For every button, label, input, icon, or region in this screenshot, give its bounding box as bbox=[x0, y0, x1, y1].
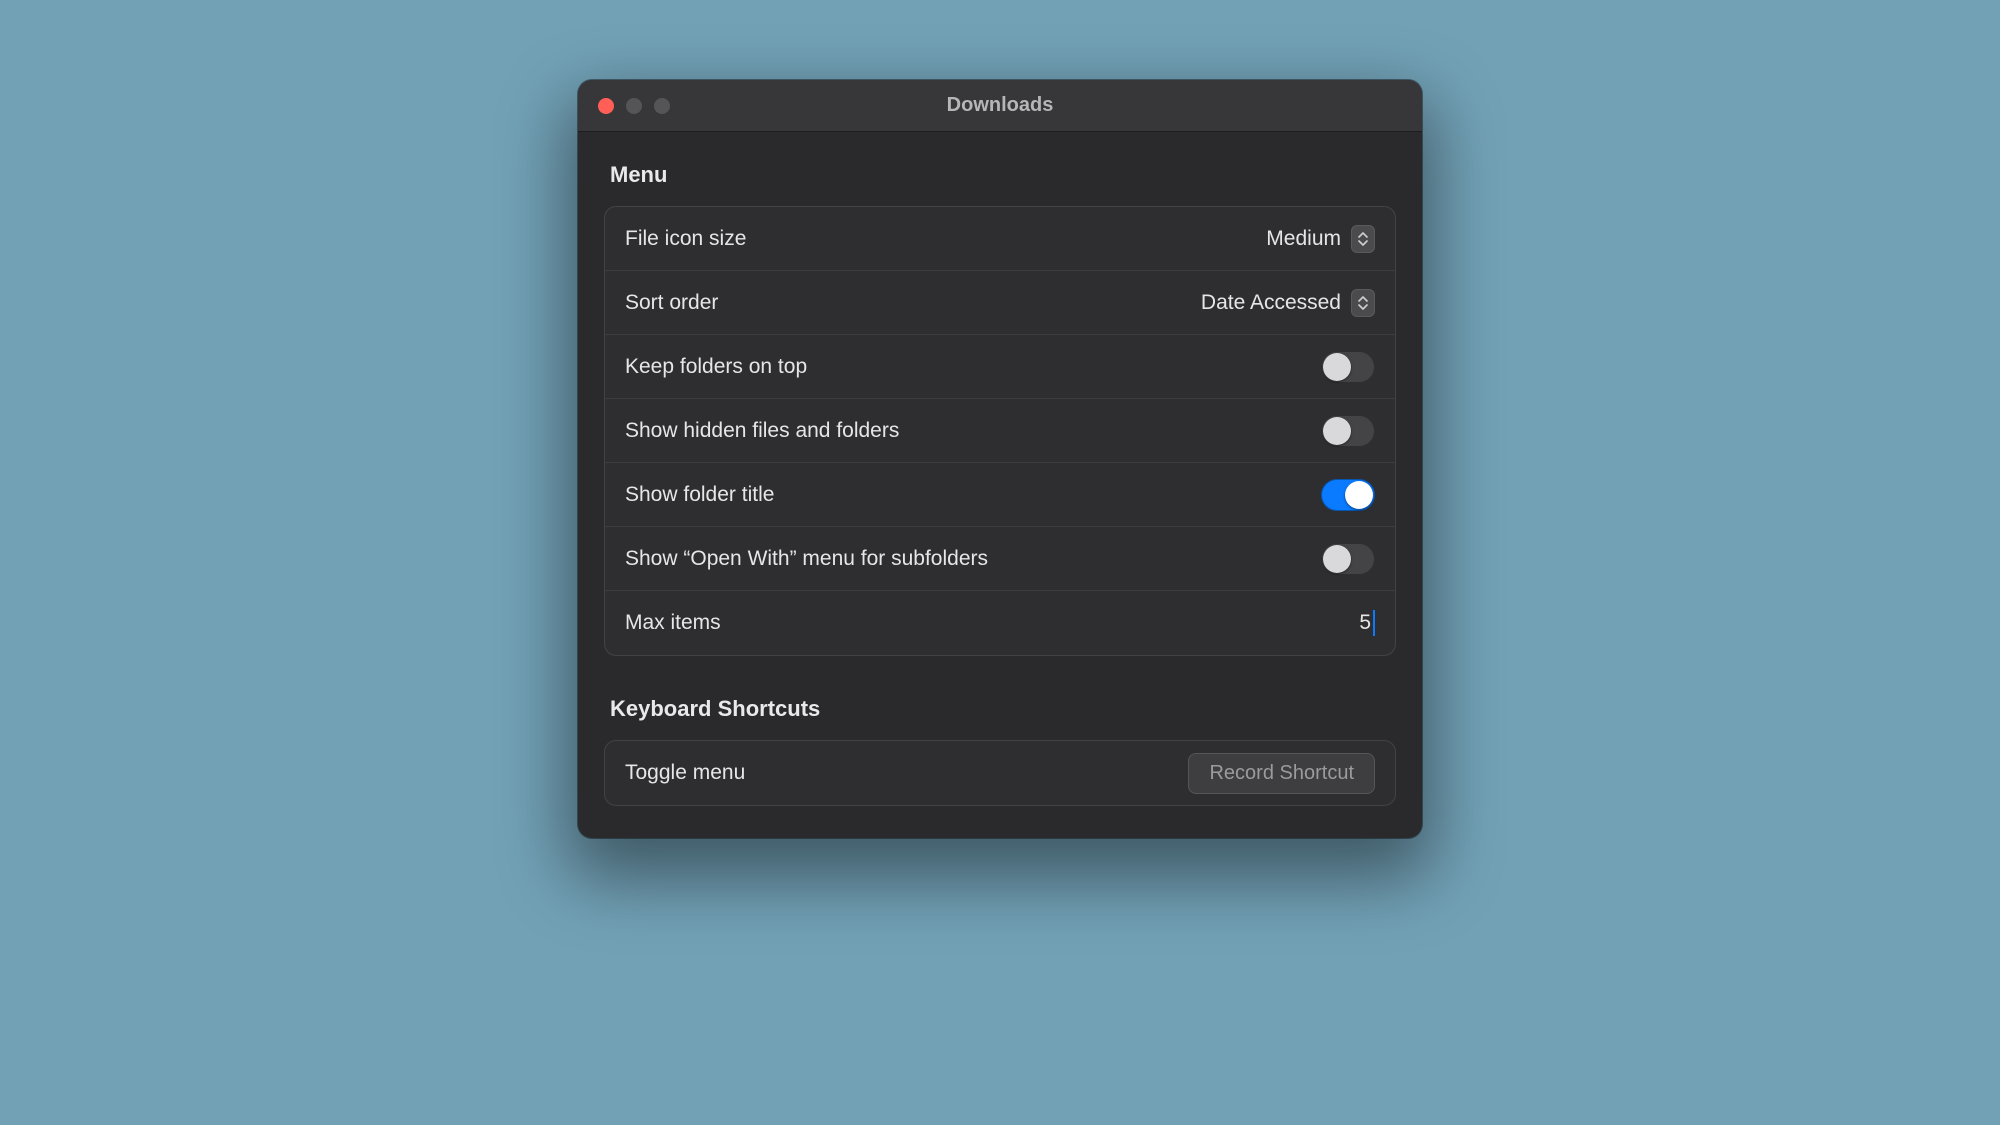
keep-folders-top-toggle[interactable] bbox=[1321, 351, 1375, 383]
max-items-row: Max items 5 bbox=[605, 591, 1395, 655]
file-icon-size-label: File icon size bbox=[625, 227, 746, 251]
show-open-with-row: Show “Open With” menu for subfolders bbox=[605, 527, 1395, 591]
file-icon-size-value: Medium bbox=[1266, 227, 1341, 251]
max-items-value: 5 bbox=[1331, 611, 1371, 635]
file-icon-size-popup[interactable]: Medium bbox=[1266, 225, 1375, 253]
shortcuts-section-header: Keyboard Shortcuts bbox=[604, 692, 1396, 740]
text-caret bbox=[1373, 610, 1375, 636]
show-hidden-toggle[interactable] bbox=[1321, 415, 1375, 447]
keep-folders-top-label: Keep folders on top bbox=[625, 355, 807, 379]
show-hidden-row: Show hidden files and folders bbox=[605, 399, 1395, 463]
window-content: Menu File icon size Medium Sort order Da… bbox=[578, 132, 1422, 838]
show-folder-title-row: Show folder title bbox=[605, 463, 1395, 527]
keep-folders-top-row: Keep folders on top bbox=[605, 335, 1395, 399]
menu-panel: File icon size Medium Sort order Date Ac… bbox=[604, 206, 1396, 656]
file-icon-size-row: File icon size Medium bbox=[605, 207, 1395, 271]
show-open-with-label: Show “Open With” menu for subfolders bbox=[625, 547, 988, 571]
window-title: Downloads bbox=[578, 94, 1422, 117]
sort-order-row: Sort order Date Accessed bbox=[605, 271, 1395, 335]
show-folder-title-toggle[interactable] bbox=[1321, 479, 1375, 511]
max-items-field[interactable]: 5 bbox=[1331, 610, 1375, 636]
show-folder-title-label: Show folder title bbox=[625, 483, 774, 507]
menu-section-header: Menu bbox=[604, 158, 1396, 206]
updown-icon bbox=[1351, 289, 1375, 317]
show-hidden-label: Show hidden files and folders bbox=[625, 419, 899, 443]
sort-order-label: Sort order bbox=[625, 291, 718, 315]
sort-order-value: Date Accessed bbox=[1201, 291, 1341, 315]
record-shortcut-button[interactable]: Record Shortcut bbox=[1188, 753, 1375, 794]
toggle-menu-label: Toggle menu bbox=[625, 761, 745, 785]
updown-icon bbox=[1351, 225, 1375, 253]
shortcuts-panel: Toggle menu Record Shortcut bbox=[604, 740, 1396, 806]
sort-order-popup[interactable]: Date Accessed bbox=[1201, 289, 1375, 317]
max-items-label: Max items bbox=[625, 611, 721, 635]
toggle-menu-row: Toggle menu Record Shortcut bbox=[605, 741, 1395, 805]
titlebar: Downloads bbox=[578, 80, 1422, 132]
preferences-window: Downloads Menu File icon size Medium Sor… bbox=[578, 80, 1422, 838]
show-open-with-toggle[interactable] bbox=[1321, 543, 1375, 575]
